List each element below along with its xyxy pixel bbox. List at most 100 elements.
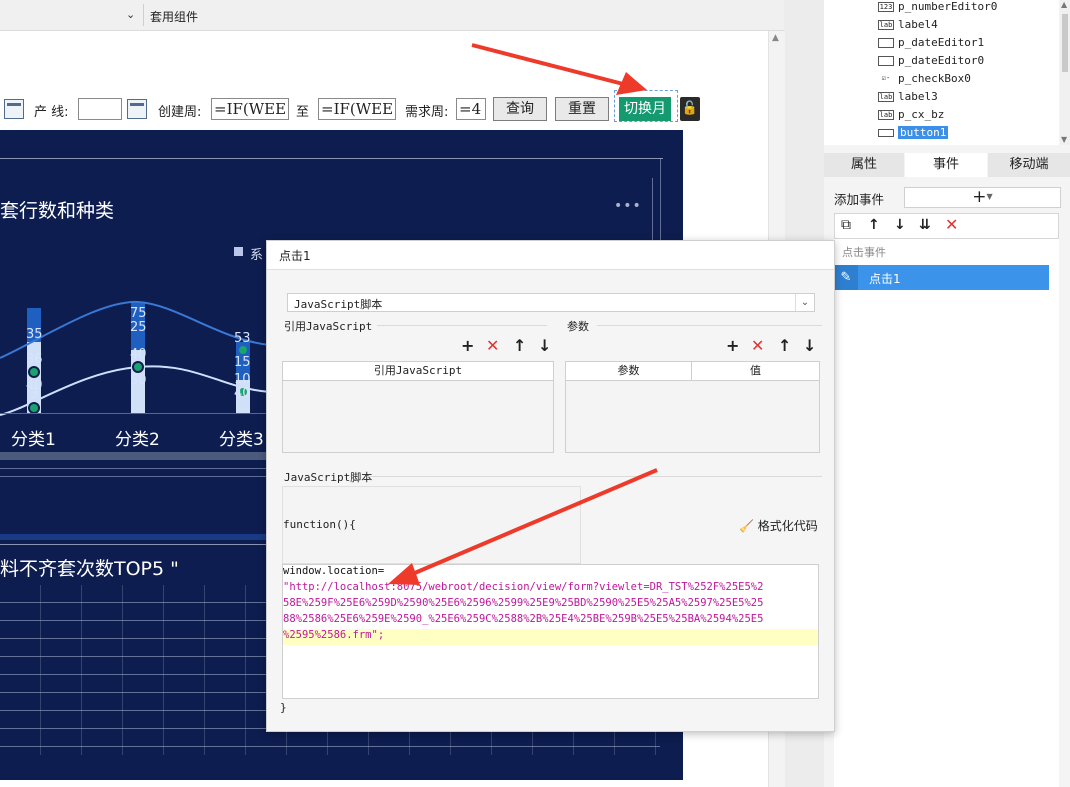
move-down-icon[interactable]: ↓ [538, 336, 551, 355]
delete-icon[interactable]: ✕ [751, 336, 764, 355]
line-input[interactable] [78, 98, 122, 120]
format-code-label: 格式化代码 [757, 519, 818, 533]
code-line: 88%2586%25E6%259E%2590_%25E6%259C%2588%2… [283, 613, 764, 625]
divider [143, 4, 144, 26]
move-down-icon[interactable]: ↓ [803, 336, 816, 355]
chart-title: 套行数和种类 [0, 200, 115, 222]
lock-icon[interactable]: 🔓 [680, 97, 700, 121]
tree-scrollbar[interactable]: ▲ ▼ [1060, 0, 1070, 145]
tree-item[interactable]: p_dateEditor1 [878, 34, 984, 52]
reset-button[interactable]: 重置 [555, 97, 609, 121]
ref-js-section-label: 引用JavaScript [284, 320, 373, 333]
data-label: 40 [130, 347, 147, 362]
tab-properties[interactable]: 属性 [824, 153, 904, 177]
code-editor[interactable]: window.location= "http://localhost:8075/… [282, 564, 819, 699]
tree-item[interactable]: lab label4 [878, 16, 938, 34]
apply-component-label[interactable]: 套用组件 [150, 8, 198, 25]
tree-item[interactable]: ☑- p_checkBox0 [878, 70, 971, 88]
widget-tree: 123 p_numberEditor0 lab label4 p_dateEdito… [824, 0, 1059, 145]
date-editor-icon [878, 56, 894, 66]
parameter-bar: 产 线: 创建周: =IF(WEE 至 =IF(WEE 需求周: =4 查询 重… [0, 90, 700, 128]
tree-item-label: p_numberEditor0 [898, 0, 998, 13]
switch-month-button[interactable]: 切换月 [619, 97, 671, 121]
code-line: %2595%2586.frm"; [283, 629, 385, 641]
tree-item[interactable]: lab p_cx_bz [878, 106, 944, 124]
number-editor-icon: 123 [878, 2, 894, 12]
move-up-icon[interactable]: ↑ [778, 336, 791, 355]
data-label: 36 [26, 352, 43, 367]
right-panel: 123 p_numberEditor0 lab label4 p_dateEdito… [824, 0, 1070, 787]
move-up-icon[interactable]: ↑ [513, 336, 526, 355]
data-label: 10 [234, 372, 251, 387]
tree-item-label: button1 [898, 126, 949, 139]
x-axis-label: 分类1 [11, 430, 56, 450]
query-button[interactable]: 查询 [493, 97, 547, 121]
data-label: 35 [26, 327, 43, 342]
add-icon[interactable]: + [726, 336, 739, 355]
frame-line [0, 158, 663, 159]
event-toolbar: ⧉ ↑ ↓ ⇊ ✕ [834, 213, 1059, 239]
demand-week-label: 需求周: [405, 105, 449, 120]
chevron-down-icon[interactable]: ⌄ [126, 8, 135, 21]
broom-icon: 🧹 [739, 519, 754, 533]
demand-week-input[interactable]: =4 [456, 98, 486, 120]
edit-icon[interactable]: ✎ [834, 265, 858, 290]
more-icon[interactable]: ••• [614, 198, 642, 214]
legend-label: 系 [250, 248, 264, 263]
chart-plot: 35 36 40 3 75 25 40 50 53 15 10 40 [0, 300, 270, 416]
tree-item-label: p_dateEditor1 [898, 36, 985, 49]
tree-item[interactable]: 123 p_numberEditor0 [878, 0, 997, 16]
point [28, 366, 40, 378]
create-week-label: 创建周: [158, 105, 202, 120]
add-icon[interactable]: + [461, 336, 474, 355]
delete-icon[interactable]: ✕ [486, 336, 499, 355]
property-tabs: 属性 事件 移动端 [824, 153, 1070, 177]
legend-swatch [234, 247, 243, 256]
x-axis-label: 分类2 [115, 430, 160, 450]
point [132, 361, 144, 373]
ref-js-table: 引用JavaScript [282, 361, 554, 453]
ref-js-column-header[interactable]: 引用JavaScript [283, 362, 553, 381]
script-type-select[interactable]: JavaScript脚本 ⌄ [287, 293, 815, 312]
move-up-icon[interactable]: ↑ [868, 217, 880, 233]
divider [377, 325, 547, 326]
params-section-label: 参数 [567, 320, 589, 333]
code-line: "http://localhost:8075/webroot/decision/… [283, 581, 764, 593]
function-close: } [280, 701, 287, 714]
format-code-button[interactable]: 🧹 格式化代码 [739, 517, 818, 534]
tree-item-label: p_dateEditor0 [898, 54, 985, 67]
tree-item-label: label4 [898, 18, 938, 31]
tree-item-selected[interactable]: button1 [878, 124, 949, 142]
caret-down-icon: ▼ [986, 192, 993, 201]
tab-mobile[interactable]: 移动端 [988, 153, 1070, 177]
event-item-click1[interactable]: ✎ 点击1 [834, 265, 1049, 290]
scroll-down-icon[interactable]: ▼ [1061, 135, 1067, 144]
date-editor-icon [878, 38, 894, 48]
point [28, 402, 40, 414]
calendar-icon[interactable] [4, 99, 24, 119]
copy-icon[interactable]: ⧉ [841, 217, 851, 233]
tree-item[interactable]: p_dateEditor0 [878, 52, 984, 70]
move-down-icon[interactable]: ↓ [894, 217, 906, 233]
value-column-header[interactable]: 值 [692, 362, 819, 381]
create-week-from-input[interactable]: =IF(WEE [211, 98, 289, 120]
line-label: 产 线: [34, 105, 69, 120]
scroll-thumb[interactable] [1062, 14, 1068, 72]
param-column-header[interactable]: 参数 [566, 362, 692, 381]
component-toolbar: ⌄ 套用组件 [0, 0, 784, 31]
divider [597, 325, 822, 326]
move-bottom-icon[interactable]: ⇊ [919, 217, 931, 233]
tab-events[interactable]: 事件 [905, 153, 987, 177]
add-event-dropdown[interactable]: +▼ [904, 187, 1061, 208]
tree-item[interactable]: lab label3 [878, 88, 938, 106]
chevron-down-icon[interactable]: ⌄ [795, 294, 814, 311]
calendar-icon[interactable] [127, 99, 147, 119]
create-week-to-input[interactable]: =IF(WEE [318, 98, 396, 120]
delete-icon[interactable]: ✕ [945, 215, 958, 234]
divider [367, 476, 822, 477]
label-icon: lab [878, 92, 894, 102]
event-item-label: 点击1 [869, 272, 901, 286]
to-label: 至 [296, 105, 310, 120]
scroll-up-icon[interactable]: ▲ [1061, 0, 1067, 9]
scroll-up-icon[interactable]: ▲ [772, 33, 779, 43]
